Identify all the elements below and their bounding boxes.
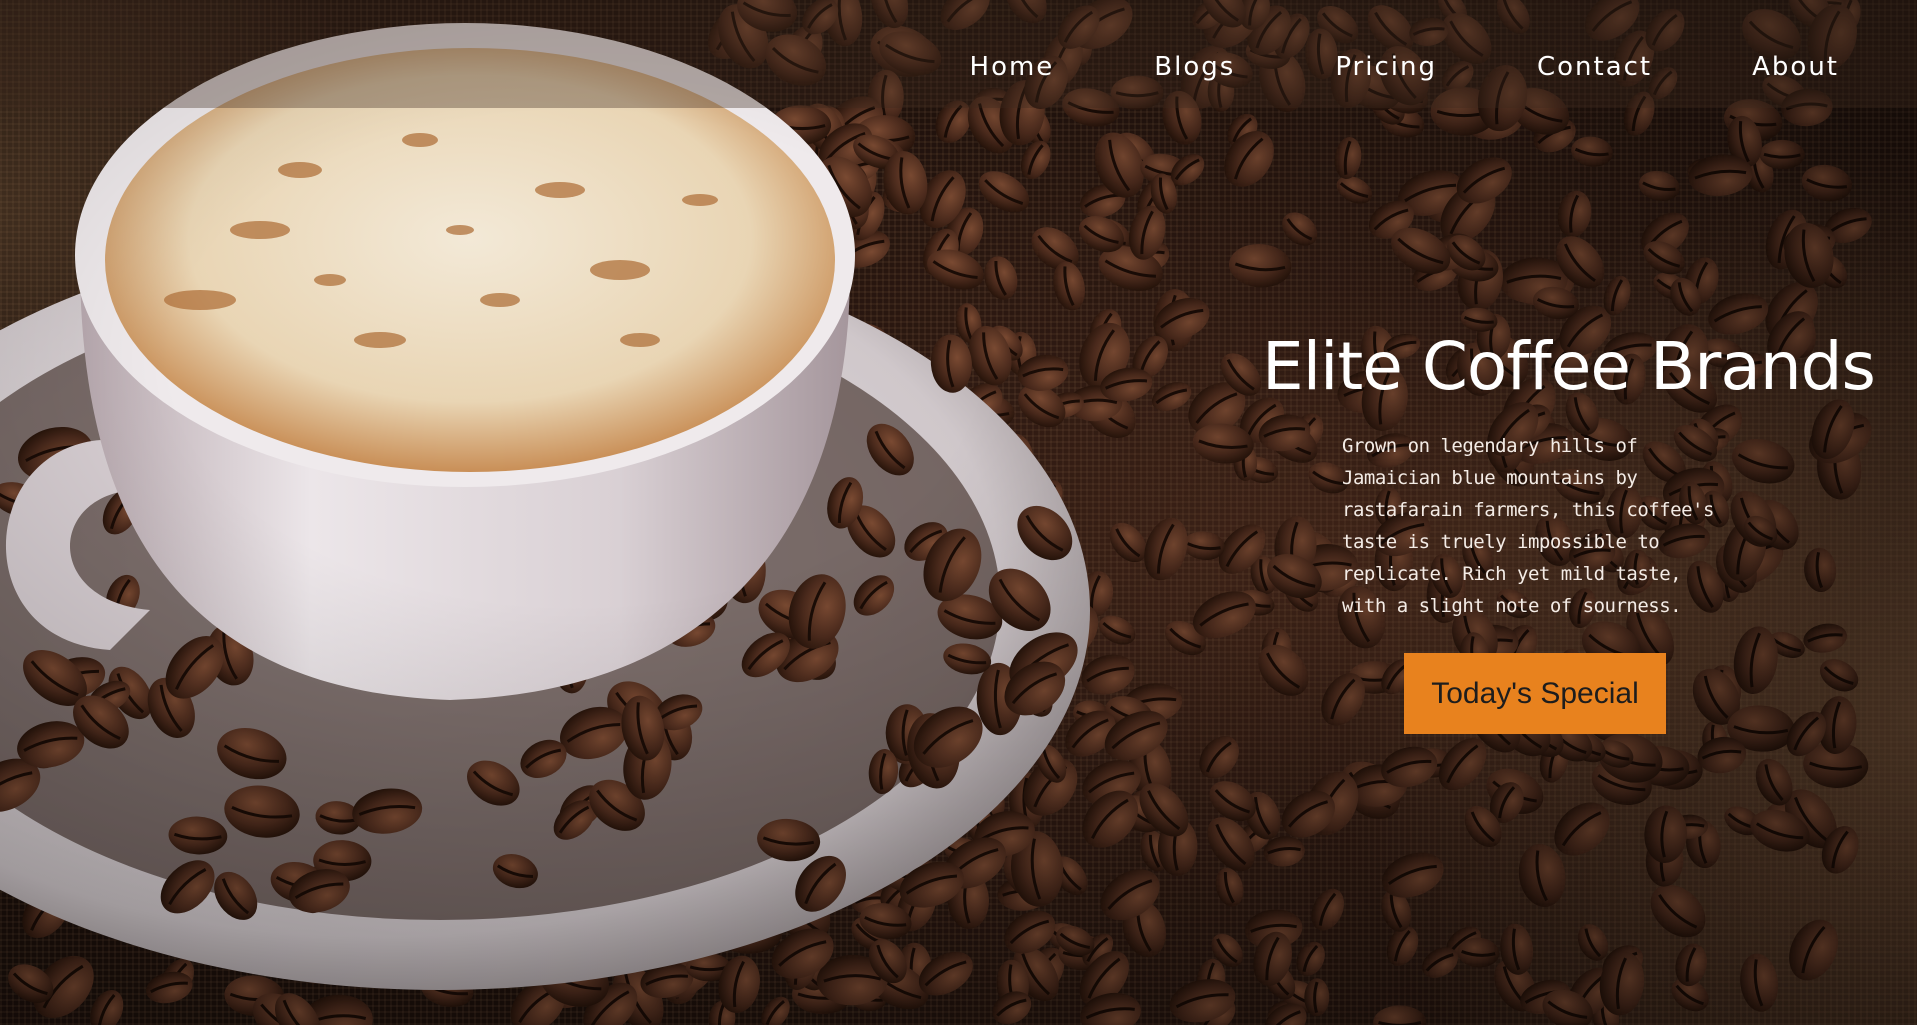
- nav-menu: Home Blogs Pricing Contact About: [970, 46, 1839, 88]
- nav-link-contact[interactable]: Contact: [1537, 46, 1652, 88]
- nav-link-about[interactable]: About: [1752, 46, 1839, 88]
- hero-title: Elite Coffee Brands: [1262, 328, 1876, 405]
- nav-link-blogs[interactable]: Blogs: [1154, 46, 1235, 88]
- todays-special-button[interactable]: Today's Special: [1404, 653, 1666, 734]
- hero-section: Home Blogs Pricing Contact About Elite C…: [0, 0, 1917, 1025]
- top-navigation-bar: Home Blogs Pricing Contact About: [0, 0, 1917, 108]
- hero-description: Grown on legendary hills of Jamaician bl…: [1342, 435, 1714, 617]
- nav-link-home[interactable]: Home: [970, 46, 1055, 88]
- nav-link-pricing[interactable]: Pricing: [1335, 46, 1437, 88]
